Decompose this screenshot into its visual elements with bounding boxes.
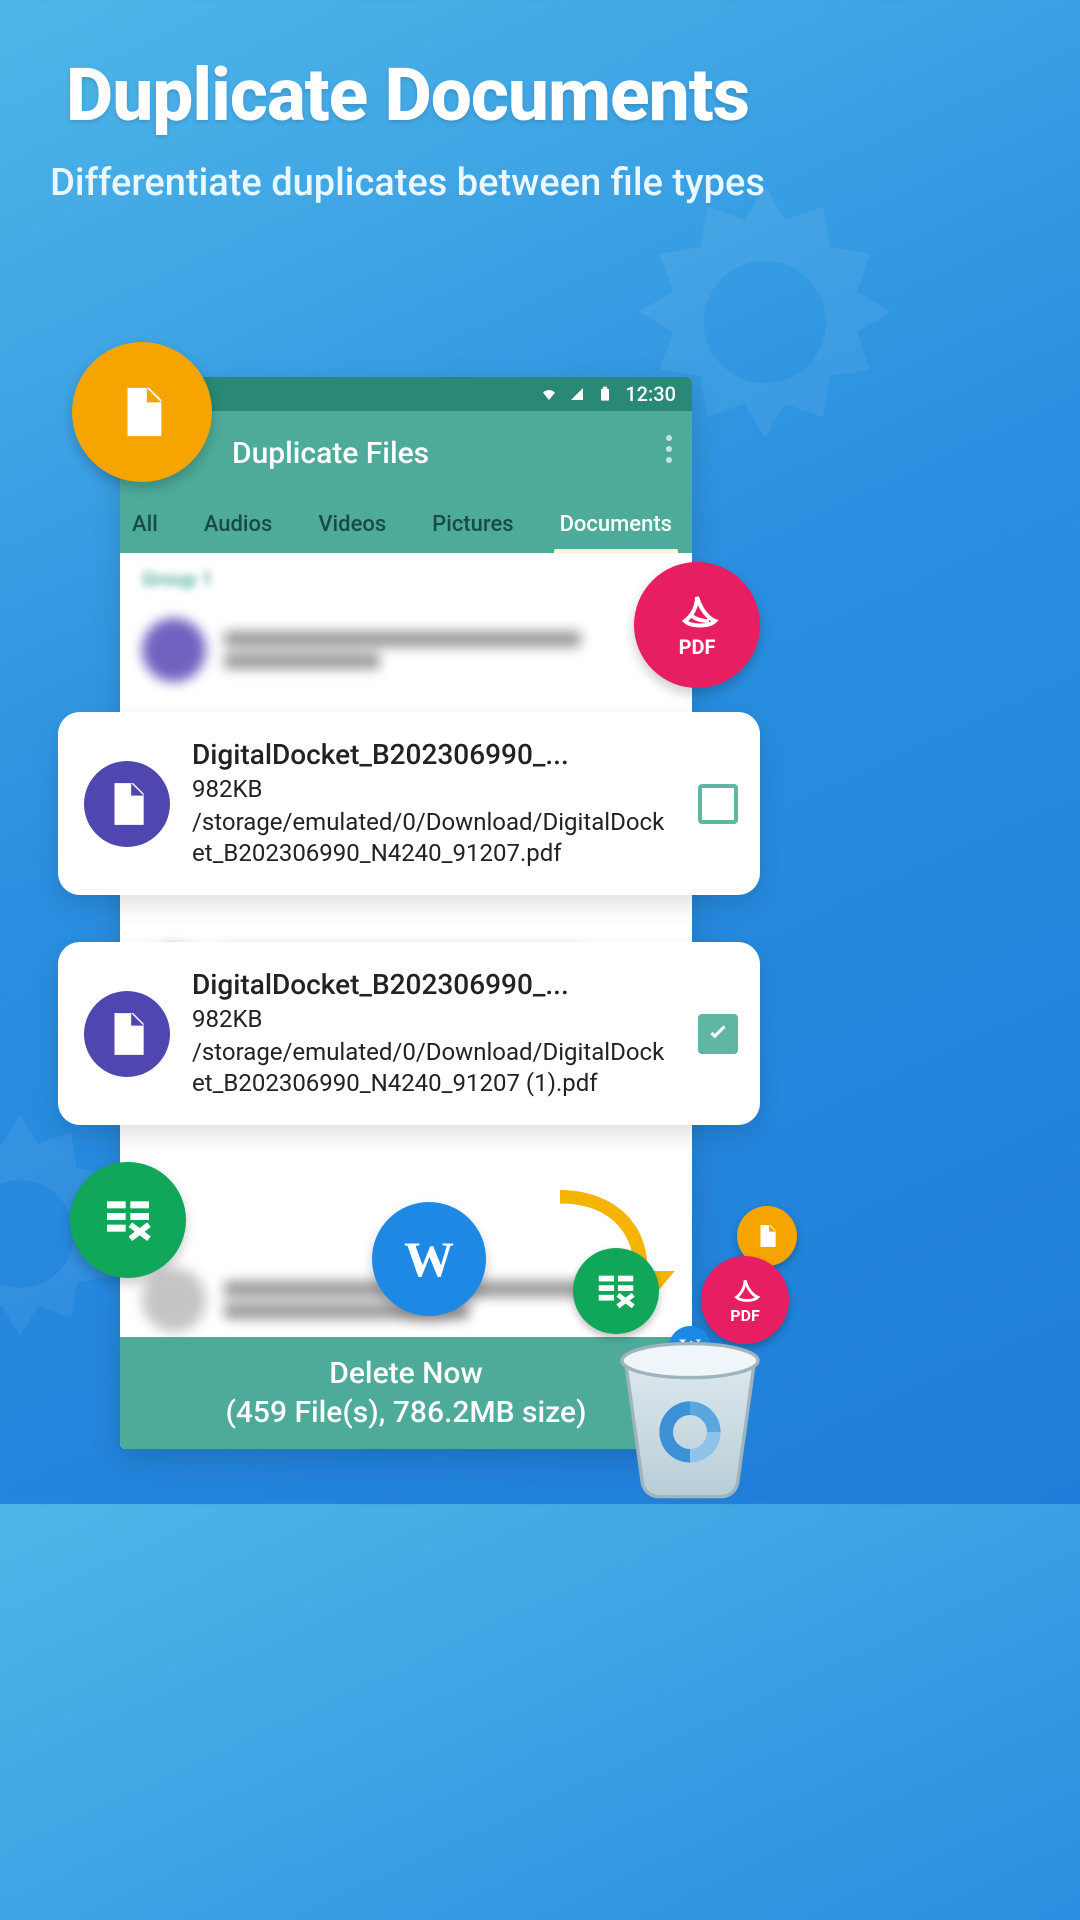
pdf-type-icon: PDF	[634, 562, 760, 688]
select-checkbox[interactable]	[698, 1014, 738, 1054]
spreadsheet-type-icon	[573, 1248, 659, 1334]
signal-icon	[569, 386, 585, 402]
app-title: Duplicate Files	[232, 436, 429, 471]
overflow-menu-button[interactable]	[666, 435, 672, 463]
tab-videos[interactable]: Videos	[312, 495, 392, 553]
battery-icon	[597, 386, 613, 402]
tab-all[interactable]: All	[126, 495, 164, 553]
tab-pictures[interactable]: Pictures	[426, 495, 519, 553]
spreadsheet-type-icon	[70, 1162, 186, 1278]
status-time: 12:30	[625, 382, 676, 406]
trash-illustration: PDF W	[583, 1200, 793, 1510]
trash-bin-icon	[605, 1330, 775, 1500]
file-icon	[84, 991, 170, 1077]
file-icon	[84, 761, 170, 847]
tab-audios[interactable]: Audios	[198, 495, 279, 553]
doc-type-icon	[72, 342, 212, 482]
file-name: DigitalDocket_B202306990_...	[192, 738, 676, 771]
select-checkbox[interactable]	[698, 784, 738, 824]
hero-title: Duplicate Documents	[0, 52, 815, 138]
file-path: /storage/emulated/0/Download/DigitalDock…	[192, 807, 676, 869]
group-header: Group 1	[120, 553, 692, 595]
word-type-icon: W	[372, 1202, 486, 1316]
tabs: All Audios Videos Pictures Documents	[120, 495, 692, 553]
wifi-icon	[541, 386, 557, 402]
file-card[interactable]: DigitalDocket_B202306990_... 982KB /stor…	[58, 712, 760, 895]
file-size: 982KB	[192, 1005, 676, 1033]
file-size: 982KB	[192, 775, 676, 803]
file-card[interactable]: DigitalDocket_B202306990_... 982KB /stor…	[58, 942, 760, 1125]
list-item	[120, 595, 692, 705]
tab-documents[interactable]: Documents	[554, 495, 678, 553]
file-path: /storage/emulated/0/Download/DigitalDock…	[192, 1037, 676, 1099]
pdf-label: PDF	[679, 635, 716, 659]
file-name: DigitalDocket_B202306990_...	[192, 968, 676, 1001]
